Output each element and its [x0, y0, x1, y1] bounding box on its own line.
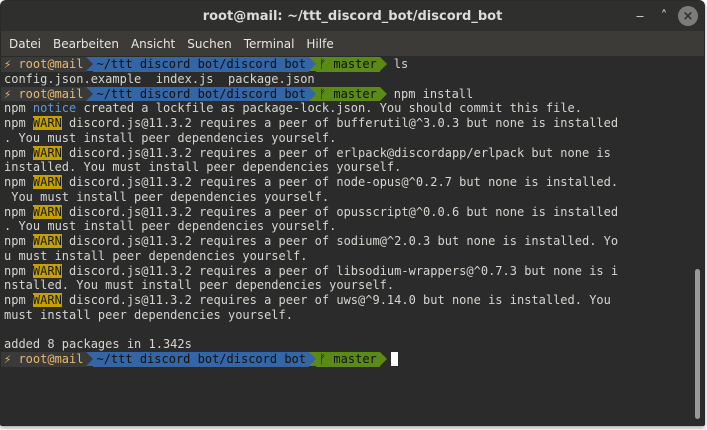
warn-continuation: nstalled. You must install peer dependen… — [4, 278, 395, 293]
prompt-user: ⚡ root@mail — [1, 57, 87, 72]
prompt-path: ~/ttt discord bot/discord bot — [93, 86, 309, 102]
warn-badge: WARN — [32, 293, 62, 307]
prompt-separator-icon — [86, 86, 94, 101]
prompt-separator-icon — [86, 352, 94, 366]
window-title: root@mail: ~/ttt_discord_bot/discord_bot — [202, 8, 503, 24]
text-cursor[interactable] — [390, 352, 398, 366]
menu-hilfe[interactable]: Hilfe — [300, 37, 339, 51]
warn-badge: WARN — [32, 204, 62, 219]
prompt-separator-icon — [309, 86, 316, 101]
prompt-separator-icon — [379, 86, 387, 101]
npm-warn-line: npm WARN discord.js@11.3.2 requires a pe… — [1, 293, 690, 308]
prompt-path: ~/ttt discord bot/discord bot — [93, 57, 309, 72]
prompt-branch: ᚠ master — [316, 352, 380, 367]
scrollbar[interactable] — [690, 57, 704, 425]
npm-warn-line: npm WARN discord.js@11.3.2 requires a pe… — [1, 234, 690, 249]
window-controls: ‒ ˄ × — [630, 6, 698, 26]
menu-suchen[interactable]: Suchen — [181, 37, 237, 51]
title-bar[interactable]: root@mail: ~/ttt_discord_bot/discord_bot… — [1, 1, 704, 31]
warn-text: discord.js@11.3.2 requires a peer of sod… — [61, 234, 619, 248]
prompt-separator-icon — [379, 352, 387, 366]
npm-summary: added 8 packages in 1.342s — [4, 337, 192, 352]
warn-continuation: You must install peer dependencies yours… — [4, 189, 330, 204]
menu-ansicht[interactable]: Ansicht — [125, 37, 181, 51]
npm-warn-line: npm WARN discord.js@11.3.2 requires a pe… — [1, 263, 690, 279]
menu-bar: Datei Bearbeiten Ansicht Suchen Terminal… — [1, 31, 704, 57]
npm-prefix: npm — [4, 263, 33, 278]
warn-continuation: u must install peer dependencies yoursel… — [4, 248, 308, 263]
prompt-separator-icon — [309, 57, 316, 71]
menu-terminal[interactable]: Terminal — [238, 37, 301, 51]
command-text: ls — [393, 57, 409, 71]
warn-badge: WARN — [32, 175, 62, 189]
maximize-icon[interactable]: ˄ — [654, 6, 674, 26]
warn-text: discord.js@11.3.2 requires a peer of buf… — [61, 116, 619, 130]
notice-tag: notice — [32, 101, 77, 116]
menu-datei[interactable]: Datei — [3, 37, 47, 51]
warn-text: discord.js@11.3.2 requires a peer of erl… — [61, 145, 611, 160]
command-text: npm install — [393, 86, 474, 101]
warn-continuation: . You must install peer dependencies you… — [4, 130, 337, 145]
terminal-window: root@mail: ~/ttt_discord_bot/discord_bot… — [0, 0, 705, 426]
npm-warn-line: npm WARN discord.js@11.3.2 requires a pe… — [1, 145, 690, 161]
prompt-path: ~/ttt discord bot/discord bot — [93, 352, 309, 367]
npm-warn-line: npm WARN discord.js@11.3.2 requires a pe… — [1, 175, 690, 190]
npm-warn-line: npm WARN discord.js@11.3.2 requires a pe… — [1, 204, 690, 220]
warn-continuation: installed. You must install peer depende… — [4, 160, 402, 175]
notice-text: created a lockfile as package-lock.json.… — [76, 101, 582, 116]
prompt-branch: ᚠ master — [316, 86, 380, 102]
npm-prefix: npm — [4, 116, 33, 130]
scrollbar-thumb[interactable] — [695, 269, 700, 419]
prompt-line: ⚡ root@mail ~/ttt discord bot/discord bo… — [1, 57, 690, 72]
npm-notice-line: npm notice created a lockfile as package… — [1, 101, 690, 116]
warn-text: discord.js@11.3.2 requires a peer of nod… — [61, 175, 619, 189]
npm-prefix: npm — [4, 293, 33, 307]
npm-prefix: npm — [4, 175, 33, 189]
warn-badge: WARN — [32, 145, 62, 160]
prompt-user: ⚡ root@mail — [1, 352, 87, 367]
minimize-icon[interactable]: ‒ — [630, 6, 650, 26]
npm-prefix: npm — [4, 204, 33, 219]
prompt-line: ⚡ root@mail ~/ttt discord bot/discord bo… — [1, 86, 690, 102]
prompt-user: ⚡ root@mail — [1, 86, 87, 102]
close-icon[interactable]: × — [678, 6, 698, 26]
warn-continuation: must install peer dependencies yourself. — [4, 307, 293, 322]
warn-badge: WARN — [32, 263, 62, 278]
prompt-line: ⚡ root@mail ~/ttt discord bot/discord bo… — [1, 352, 690, 367]
warn-badge: WARN — [32, 116, 62, 130]
prompt-separator-icon — [86, 57, 94, 71]
prompt-separator-icon — [309, 352, 316, 366]
ls-output: config.json.example index.js package.jso… — [4, 71, 315, 86]
warn-text: discord.js@11.3.2 requires a peer of uws… — [61, 293, 611, 307]
npm-prefix: npm — [4, 145, 33, 160]
npm-prefix: npm — [4, 234, 33, 248]
npm-prefix: npm — [4, 101, 33, 116]
prompt-separator-icon — [379, 57, 387, 71]
terminal-output[interactable]: ⚡ root@mail ~/ttt discord bot/discord bo… — [1, 57, 690, 425]
warn-badge: WARN — [32, 234, 62, 248]
npm-warn-line: npm WARN discord.js@11.3.2 requires a pe… — [1, 116, 690, 131]
warn-text: discord.js@11.3.2 requires a peer of opu… — [61, 204, 619, 219]
menu-bearbeiten[interactable]: Bearbeiten — [47, 37, 125, 51]
prompt-branch: ᚠ master — [316, 57, 380, 72]
warn-text: discord.js@11.3.2 requires a peer of lib… — [61, 263, 619, 278]
warn-continuation: . You must install peer dependencies you… — [4, 219, 337, 234]
